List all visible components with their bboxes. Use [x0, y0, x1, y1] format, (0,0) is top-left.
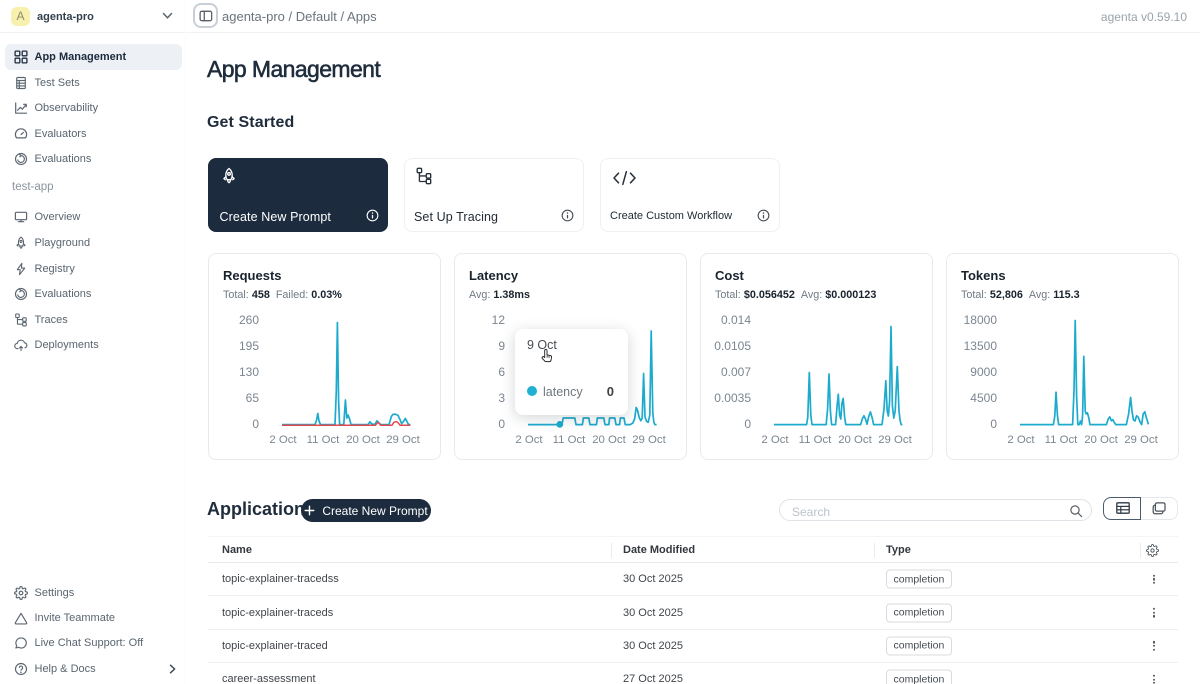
svg-text:6: 6: [498, 365, 505, 379]
svg-text:12: 12: [492, 313, 506, 327]
svg-text:0: 0: [744, 417, 751, 431]
svg-text:0.007: 0.007: [721, 365, 751, 379]
svg-text:0.0105: 0.0105: [714, 339, 751, 353]
svg-text:20 Oct: 20 Oct: [346, 434, 380, 446]
svg-text:18000: 18000: [964, 313, 998, 327]
svg-text:2 Oct: 2 Oct: [269, 434, 297, 446]
svg-text:260: 260: [239, 313, 259, 327]
svg-text:13500: 13500: [964, 339, 998, 353]
svg-text:0: 0: [990, 417, 997, 431]
svg-text:29 Oct: 29 Oct: [632, 434, 666, 446]
svg-text:3: 3: [498, 391, 505, 405]
svg-text:2 Oct: 2 Oct: [515, 434, 543, 446]
svg-text:9: 9: [498, 339, 505, 353]
svg-text:11 Oct: 11 Oct: [553, 434, 587, 446]
svg-text:11 Oct: 11 Oct: [799, 434, 833, 446]
svg-text:9000: 9000: [970, 365, 997, 379]
svg-text:2 Oct: 2 Oct: [761, 434, 789, 446]
svg-text:195: 195: [239, 339, 259, 353]
svg-text:0.014: 0.014: [721, 313, 751, 327]
svg-text:20 Oct: 20 Oct: [838, 434, 872, 446]
svg-text:2 Oct: 2 Oct: [1007, 434, 1035, 446]
svg-text:130: 130: [239, 365, 259, 379]
svg-text:11 Oct: 11 Oct: [307, 434, 341, 446]
svg-text:0: 0: [498, 417, 505, 431]
svg-text:29 Oct: 29 Oct: [1124, 434, 1158, 446]
svg-text:4500: 4500: [970, 391, 997, 405]
svg-text:29 Oct: 29 Oct: [386, 434, 420, 446]
svg-text:20 Oct: 20 Oct: [1084, 434, 1118, 446]
svg-text:29 Oct: 29 Oct: [878, 434, 912, 446]
svg-text:0: 0: [252, 417, 259, 431]
svg-text:65: 65: [246, 391, 260, 405]
svg-text:20 Oct: 20 Oct: [592, 434, 626, 446]
svg-text:11 Oct: 11 Oct: [1045, 434, 1079, 446]
svg-text:0.0035: 0.0035: [714, 391, 751, 405]
